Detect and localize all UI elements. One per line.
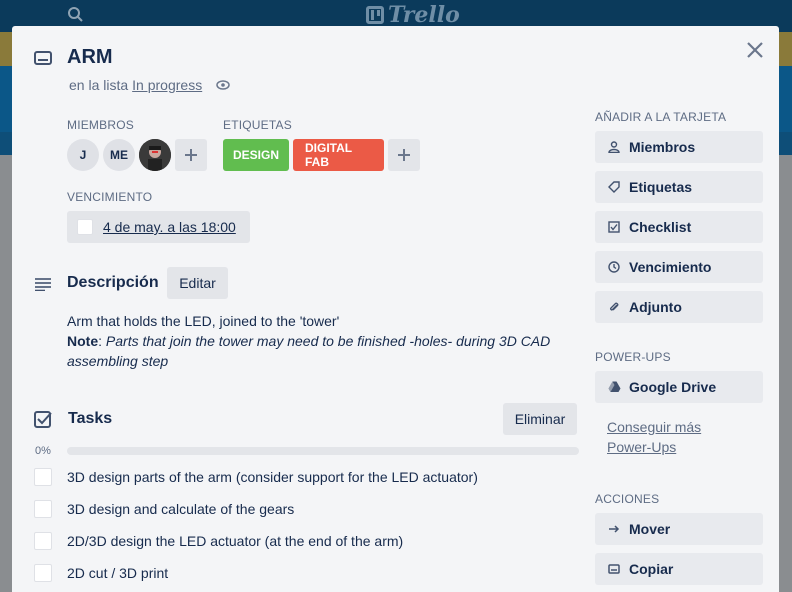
card-list-info: en la lista In progress <box>69 77 230 93</box>
actions-label: ACCIONES <box>595 492 660 506</box>
checklist-progress-percent: 0% <box>35 445 51 457</box>
member-avatar-j[interactable]: J <box>67 139 99 171</box>
sidebar-labels-label: Etiquetas <box>629 179 693 195</box>
description-icon <box>35 278 51 291</box>
sidebar-checklist-button[interactable]: Checklist <box>595 211 763 243</box>
checklist-item-text[interactable]: 3D design parts of the arm (consider sup… <box>67 469 478 485</box>
get-more-powerups-link-line2[interactable]: Power-Ups <box>607 439 676 455</box>
checklist-item-checkbox[interactable] <box>34 468 52 486</box>
labels-label: ETIQUETAS <box>223 118 292 132</box>
card-copy-icon <box>607 562 621 576</box>
get-more-powerups-link[interactable]: Conseguir más <box>607 419 701 435</box>
person-icon <box>607 140 621 154</box>
members-label: MIEMBROS <box>67 118 134 132</box>
sidebar-google-drive-button[interactable]: Google Drive <box>595 371 763 403</box>
tag-icon <box>607 180 621 194</box>
sidebar-due-button[interactable]: Vencimiento <box>595 251 763 283</box>
sidebar-copy-label: Copiar <box>629 561 674 577</box>
label-digital-fab[interactable]: DIGITAL FAB <box>293 139 384 171</box>
watch-eye-icon[interactable] <box>216 80 230 90</box>
label-design[interactable]: DESIGN <box>223 139 289 171</box>
checkbox-icon <box>607 220 621 234</box>
card-detail-modal: ARM en la lista In progress MIEMBROS J M… <box>12 26 779 592</box>
checklist-item-checkbox[interactable] <box>34 564 52 582</box>
arrow-right-icon <box>607 522 621 536</box>
sidebar-labels-button[interactable]: Etiquetas <box>595 171 763 203</box>
delete-checklist-button[interactable]: Eliminar <box>503 403 577 435</box>
checklist-item-text[interactable]: 2D cut / 3D print <box>67 565 168 581</box>
sidebar-copy-button[interactable]: Copiar <box>595 553 763 585</box>
sidebar-google-drive-label: Google Drive <box>629 379 717 395</box>
trello-logo: Trello <box>366 2 460 28</box>
plus-icon <box>185 149 197 161</box>
checklist-item-text[interactable]: 2D/3D design the LED actuator (at the en… <box>67 533 403 549</box>
member-avatar-me[interactable]: ME <box>103 139 135 171</box>
edit-description-button[interactable]: Editar <box>167 267 228 299</box>
add-to-card-label: AÑADIR A LA TARJETA <box>595 110 727 124</box>
checklist-item-text[interactable]: 3D design and calculate of the gears <box>67 501 294 517</box>
due-date-value: 4 de may. a las 18:00 <box>103 219 236 235</box>
note-label: Note <box>67 333 99 349</box>
checklist-progress-bar <box>67 447 579 455</box>
due-date-button[interactable]: 4 de may. a las 18:00 <box>67 211 250 243</box>
background-list-right <box>779 155 792 592</box>
close-button[interactable] <box>743 38 767 62</box>
checklist-item-checkbox[interactable] <box>34 532 52 550</box>
description-line: Arm that holds the LED, joined to the 't… <box>67 313 340 329</box>
member-avatar-photo[interactable] <box>139 139 171 171</box>
description-text[interactable]: Arm that holds the LED, joined to the 't… <box>67 311 567 371</box>
sidebar-members-label: Miembros <box>629 139 696 155</box>
background-list-left <box>0 155 12 592</box>
description-heading: Descripción <box>67 274 159 291</box>
due-complete-checkbox[interactable] <box>77 219 93 235</box>
plus-icon <box>398 149 410 161</box>
checklist-heading[interactable]: Tasks <box>68 410 112 428</box>
sidebar-due-label: Vencimiento <box>629 259 712 275</box>
list-link[interactable]: In progress <box>132 77 202 93</box>
checklist-item-checkbox[interactable] <box>34 500 52 518</box>
sidebar-checklist-label: Checklist <box>629 219 692 235</box>
in-list-prefix: en la lista <box>69 77 129 93</box>
add-label-button[interactable] <box>388 139 420 171</box>
checklist-item[interactable]: 3D design parts of the arm (consider sup… <box>34 465 478 489</box>
checklist-item[interactable]: 2D/3D design the LED actuator (at the en… <box>34 529 403 553</box>
sidebar-attachment-label: Adjunto <box>629 299 682 315</box>
sidebar-move-button[interactable]: Mover <box>595 513 763 545</box>
checklist-item[interactable]: 3D design and calculate of the gears <box>34 497 294 521</box>
google-drive-icon <box>607 380 621 394</box>
checklist-icon <box>34 411 52 428</box>
clock-icon <box>607 260 621 274</box>
sidebar-members-button[interactable]: Miembros <box>595 131 763 163</box>
sidebar-attachment-button[interactable]: Adjunto <box>595 291 763 323</box>
paperclip-icon <box>607 300 621 314</box>
checklist-item[interactable]: 2D cut / 3D print <box>34 561 168 585</box>
due-label: VENCIMIENTO <box>67 190 153 204</box>
close-icon <box>747 42 763 58</box>
card-title[interactable]: ARM <box>67 46 113 69</box>
add-member-button[interactable] <box>175 139 207 171</box>
description-note: Note: Parts that join the tower may need… <box>67 333 551 369</box>
avatar-photo-icon <box>139 139 171 171</box>
sidebar-move-label: Mover <box>629 521 671 537</box>
card-icon <box>34 51 52 65</box>
note-text: Parts that join the tower may need to be… <box>67 333 551 369</box>
powerups-label: POWER-UPS <box>595 350 671 364</box>
